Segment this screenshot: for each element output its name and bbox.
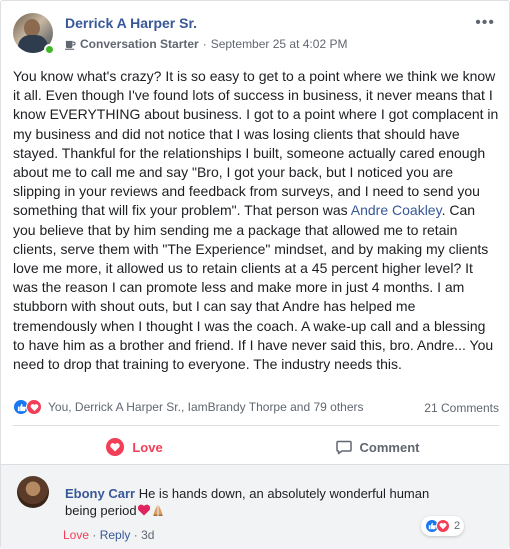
love-reaction-icon bbox=[106, 438, 125, 456]
conversation-starter-badge[interactable]: Conversation Starter bbox=[80, 37, 199, 51]
reactions-text: You, Derrick A Harper Sr., IamBrandy Tho… bbox=[48, 400, 364, 414]
online-status-icon bbox=[44, 44, 55, 55]
divider-top bbox=[13, 425, 499, 426]
comment-actions-separator-2: · bbox=[133, 528, 138, 542]
love-button[interactable]: Love bbox=[13, 431, 256, 463]
post-text-part-1: You know what's crazy? It is so easy to … bbox=[13, 68, 499, 219]
post-timestamp[interactable]: September 25 at 4:02 PM bbox=[211, 37, 348, 51]
tagged-user-link[interactable]: Andre Coakley bbox=[351, 202, 442, 218]
comment-button-label: Comment bbox=[359, 439, 420, 455]
post-meta: Conversation Starter · September 25 at 4… bbox=[65, 37, 347, 51]
post-text-part-2: . Can you believe that by him sending me… bbox=[13, 202, 494, 373]
post-body: You know what's crazy? It is so easy to … bbox=[13, 67, 499, 374]
commenter-avatar[interactable] bbox=[17, 476, 49, 508]
comment-bubble: Ebony Carr He is hands down, an absolute… bbox=[57, 481, 469, 523]
comment-love-icon bbox=[436, 519, 450, 533]
praying-hands-emoji-icon bbox=[153, 505, 163, 516]
comment-actions: Love · Reply · 3d bbox=[63, 528, 154, 542]
commenter-name[interactable]: Ebony Carr bbox=[65, 486, 135, 501]
heart-emoji-icon bbox=[137, 504, 150, 516]
love-icon bbox=[26, 399, 42, 415]
comment-reaction-count: 2 bbox=[454, 520, 461, 532]
action-bar: Love Comment bbox=[13, 431, 499, 463]
comment-love-link[interactable]: Love bbox=[63, 528, 89, 542]
mug-icon bbox=[65, 40, 76, 50]
comments-count-link[interactable]: 21 Comments bbox=[424, 401, 499, 415]
love-button-label: Love bbox=[132, 439, 163, 455]
comment-icon bbox=[335, 440, 352, 455]
post-card: Derrick A Harper Sr. Conversation Starte… bbox=[0, 0, 510, 549]
post-stats: You, Derrick A Harper Sr., IamBrandy Tho… bbox=[13, 399, 499, 419]
reactions-summary[interactable]: You, Derrick A Harper Sr., IamBrandy Tho… bbox=[13, 399, 364, 415]
author-name[interactable]: Derrick A Harper Sr. bbox=[65, 15, 197, 31]
comment-reply-link[interactable]: Reply bbox=[100, 528, 131, 542]
post-header: Derrick A Harper Sr. Conversation Starte… bbox=[13, 13, 499, 57]
comment-actions-separator-1: · bbox=[92, 528, 97, 542]
meta-separator: · bbox=[202, 37, 207, 51]
comments-section: Ebony Carr He is hands down, an absolute… bbox=[1, 464, 509, 549]
more-icon[interactable]: ••• bbox=[475, 15, 495, 31]
comment-button[interactable]: Comment bbox=[256, 431, 499, 463]
comment-reactions[interactable]: 2 bbox=[421, 516, 465, 536]
comment-age[interactable]: 3d bbox=[141, 528, 154, 542]
